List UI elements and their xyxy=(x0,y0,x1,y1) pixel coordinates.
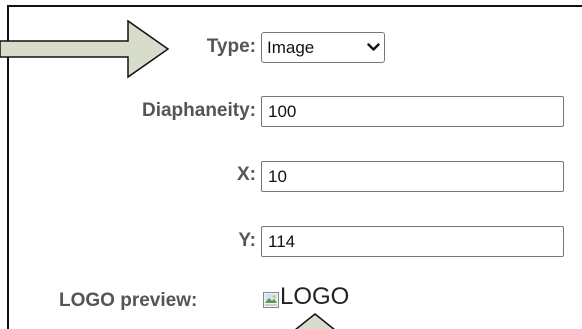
broken-image-icon xyxy=(263,292,279,308)
logo-alt-text: LOGO xyxy=(280,283,350,310)
chevron-down-icon xyxy=(362,43,384,52)
up-pointer-arrow-icon xyxy=(295,313,335,329)
y-label: Y: xyxy=(238,230,256,251)
logo-preview-label: LOGO preview: xyxy=(59,290,198,311)
y-input[interactable] xyxy=(261,226,564,257)
pointer-arrow-icon xyxy=(0,19,170,79)
type-select-value: Image xyxy=(267,37,315,57)
diaphaneity-input[interactable] xyxy=(261,96,564,127)
type-label: Type: xyxy=(206,36,256,57)
logo-preview-image: LOGO xyxy=(263,284,349,310)
x-label: X: xyxy=(237,164,256,185)
type-select[interactable]: Image xyxy=(261,32,385,63)
diaphaneity-label: Diaphaneity: xyxy=(141,100,256,121)
settings-panel: Type: Image Diaphaneity: X: Y: LOGO prev… xyxy=(0,0,582,329)
x-input[interactable] xyxy=(261,161,564,192)
panel-border-top xyxy=(7,5,582,7)
